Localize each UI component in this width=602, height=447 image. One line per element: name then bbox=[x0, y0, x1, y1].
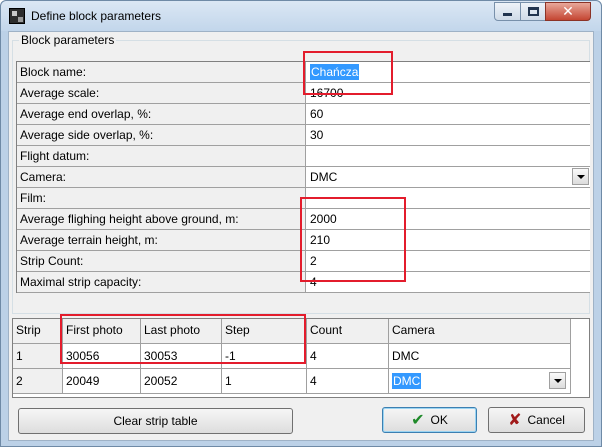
param-row-average-scale: Average scale: 16700 bbox=[17, 83, 590, 104]
chevron-down-icon bbox=[553, 378, 562, 383]
param-row-strip-count: Strip Count: 2 bbox=[17, 251, 590, 272]
cancel-label: Cancel bbox=[527, 413, 565, 427]
block-name-value: Chańcza bbox=[310, 64, 360, 80]
window-title: Define block parameters bbox=[31, 9, 162, 23]
param-row-flight-datum: Flight datum: bbox=[17, 146, 590, 167]
param-label: Average terrain height, m: bbox=[17, 230, 306, 250]
last-photo-cell[interactable]: 30053 bbox=[141, 344, 222, 369]
column-header-camera[interactable]: Camera bbox=[389, 319, 571, 344]
strip-count-field[interactable]: 2 bbox=[306, 251, 590, 271]
param-row-flying-height: Average flighing height above ground, m:… bbox=[17, 209, 590, 230]
block-parameters-grid: Block name: Chańcza Average scale: 16700… bbox=[16, 61, 590, 293]
camera-cell-select[interactable]: DMC bbox=[389, 369, 571, 394]
param-row-end-overlap: Average end overlap, %: 60 bbox=[17, 104, 590, 125]
column-header-first-photo[interactable]: First photo bbox=[63, 319, 141, 344]
close-icon: ✕ bbox=[562, 3, 574, 20]
last-photo-cell[interactable]: 20052 bbox=[141, 369, 222, 394]
minimize-button[interactable] bbox=[494, 2, 521, 21]
cancel-button[interactable]: ✘ Cancel bbox=[488, 407, 585, 433]
param-label: Maximal strip capacity: bbox=[17, 272, 306, 292]
group-legend: Block parameters bbox=[19, 33, 117, 47]
strip-number-cell[interactable]: 1 bbox=[13, 344, 63, 369]
param-label: Block name: bbox=[17, 62, 306, 82]
cancel-x-icon: ✘ bbox=[508, 410, 522, 429]
table-header-row: Strip First photo Last photo Step Count … bbox=[13, 319, 589, 344]
camera-cell-select-value: DMC bbox=[392, 373, 422, 389]
maximize-button[interactable] bbox=[520, 2, 546, 21]
block-parameters-group: Block parameters Block name: Chańcza Ave… bbox=[12, 33, 590, 314]
table-row: 2 20049 20052 1 4 DMC bbox=[13, 369, 589, 394]
block-name-field[interactable]: Chańcza bbox=[306, 62, 590, 82]
film-field[interactable] bbox=[306, 188, 590, 208]
camera-dropdown-button[interactable] bbox=[572, 168, 589, 185]
strip-table: Strip First photo Last photo Step Count … bbox=[12, 318, 590, 398]
clear-strip-table-button[interactable]: Clear strip table bbox=[18, 408, 293, 434]
camera-cell-dropdown-button[interactable] bbox=[549, 372, 566, 389]
ok-button[interactable]: ✔ OK bbox=[382, 407, 477, 433]
count-cell[interactable]: 4 bbox=[307, 344, 389, 369]
strip-number-cell[interactable]: 2 bbox=[13, 369, 63, 394]
dialog-client-area: Block parameters Block name: Chańcza Ave… bbox=[8, 31, 594, 441]
terrain-height-field[interactable]: 210 bbox=[306, 230, 590, 250]
param-label: Camera: bbox=[17, 167, 306, 187]
param-row-strip-capacity: Maximal strip capacity: 4 bbox=[17, 272, 590, 293]
minimize-icon bbox=[503, 13, 512, 16]
param-label: Film: bbox=[17, 188, 306, 208]
column-header-step[interactable]: Step bbox=[222, 319, 307, 344]
param-label: Average flighing height above ground, m: bbox=[17, 209, 306, 229]
table-row: 1 30056 30053 -1 4 DMC bbox=[13, 344, 589, 369]
step-cell[interactable]: -1 bbox=[222, 344, 307, 369]
flight-datum-field[interactable] bbox=[306, 146, 590, 166]
param-row-side-overlap: Average side overlap, %: 30 bbox=[17, 125, 590, 146]
average-scale-field[interactable]: 16700 bbox=[306, 83, 590, 103]
param-row-terrain-height: Average terrain height, m: 210 bbox=[17, 230, 590, 251]
param-label: Average end overlap, %: bbox=[17, 104, 306, 124]
camera-select-value: DMC bbox=[310, 170, 338, 184]
flying-height-field[interactable]: 2000 bbox=[306, 209, 590, 229]
app-grid-icon bbox=[9, 8, 25, 24]
count-cell[interactable]: 4 bbox=[307, 369, 389, 394]
close-button[interactable]: ✕ bbox=[545, 2, 591, 21]
column-header-strip[interactable]: Strip bbox=[13, 319, 63, 344]
param-label: Flight datum: bbox=[17, 146, 306, 166]
clear-strip-table-label: Clear strip table bbox=[113, 414, 198, 428]
param-row-camera: Camera: DMC bbox=[17, 167, 590, 188]
chevron-down-icon bbox=[576, 174, 585, 179]
camera-cell[interactable]: DMC bbox=[389, 344, 571, 369]
camera-select[interactable]: DMC bbox=[306, 167, 590, 187]
param-row-film: Film: bbox=[17, 188, 590, 209]
title-bar[interactable]: Define block parameters ✕ bbox=[1, 1, 601, 31]
side-overlap-field[interactable]: 30 bbox=[306, 125, 590, 145]
ok-label: OK bbox=[430, 413, 448, 427]
checkmark-icon: ✔ bbox=[411, 410, 425, 429]
column-header-count[interactable]: Count bbox=[307, 319, 389, 344]
strip-capacity-field[interactable]: 4 bbox=[306, 272, 590, 292]
end-overlap-field[interactable]: 60 bbox=[306, 104, 590, 124]
param-label: Average scale: bbox=[17, 83, 306, 103]
maximize-icon bbox=[527, 7, 539, 16]
first-photo-cell[interactable]: 30056 bbox=[63, 344, 141, 369]
param-row-block-name: Block name: Chańcza bbox=[17, 62, 590, 83]
param-label: Strip Count: bbox=[17, 251, 306, 271]
column-header-last-photo[interactable]: Last photo bbox=[141, 319, 222, 344]
step-cell[interactable]: 1 bbox=[222, 369, 307, 394]
first-photo-cell[interactable]: 20049 bbox=[63, 369, 141, 394]
param-label: Average side overlap, %: bbox=[17, 125, 306, 145]
dialog-window: Define block parameters ✕ Block paramete… bbox=[0, 0, 602, 447]
